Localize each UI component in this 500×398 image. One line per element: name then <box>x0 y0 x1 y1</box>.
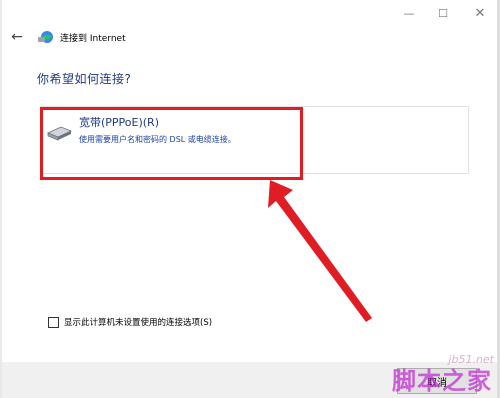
network-globe-icon <box>38 31 53 43</box>
page-heading: 你希望如何连接? <box>37 72 132 86</box>
show-unavailable-options-row[interactable]: 显示此计算机未设置使用的连接选项(S) <box>48 316 212 328</box>
wizard-title: 连接到 Internet <box>60 33 126 44</box>
window-border-left <box>0 0 2 398</box>
window-controls: — ☐ ✕ <box>392 4 500 22</box>
annotation-arrow <box>268 180 372 322</box>
wizard-titlebar: ← 连接到 Internet <box>8 26 126 48</box>
watermark-brand: 脚本之家 <box>392 367 492 395</box>
highlight-annotation-box <box>40 107 303 180</box>
maximize-button[interactable]: ☐ <box>426 4 460 22</box>
back-arrow-icon[interactable]: ← <box>8 28 26 46</box>
close-button[interactable]: ✕ <box>460 4 500 22</box>
show-unavailable-options-label: 显示此计算机未设置使用的连接选项(S) <box>64 318 213 328</box>
show-unavailable-options-checkbox[interactable] <box>48 316 59 328</box>
minimize-button[interactable]: — <box>392 4 426 22</box>
